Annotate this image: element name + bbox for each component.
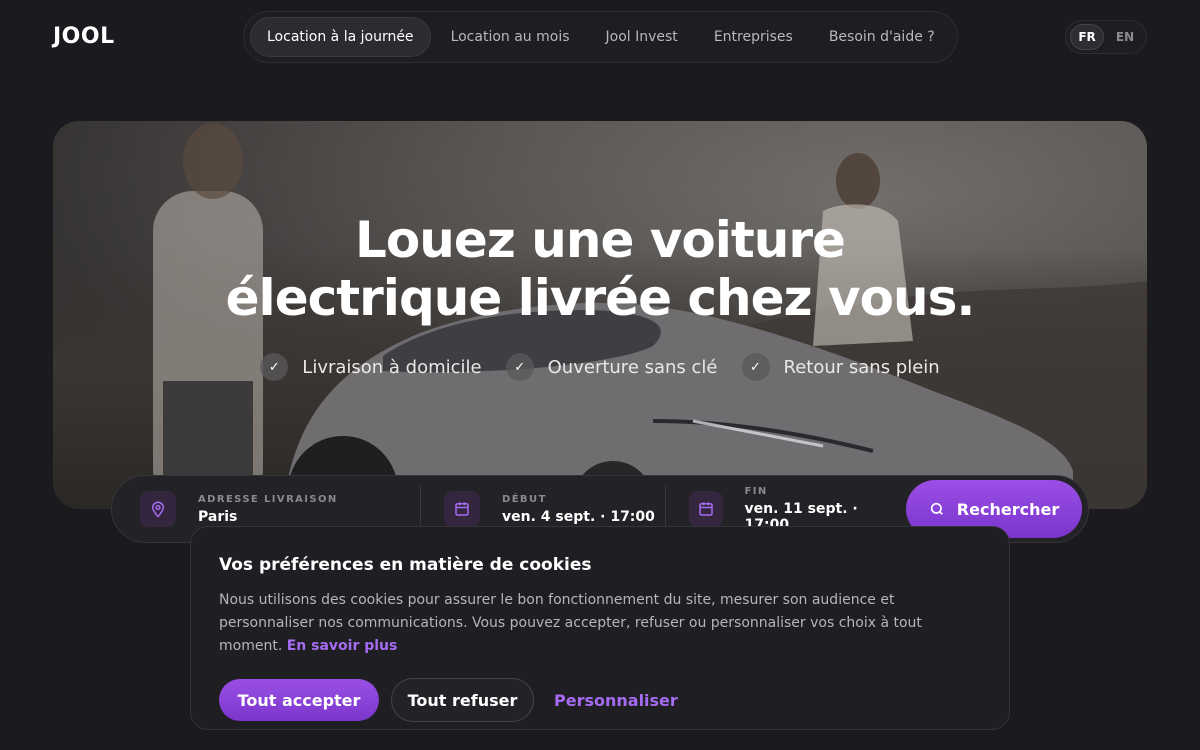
accept-all-button[interactable]: Tout accepter	[219, 679, 379, 721]
main-nav: Location à la journée Location au mois J…	[243, 11, 958, 63]
nav-item-entreprises[interactable]: Entreprises	[698, 17, 809, 57]
hero-title-line1: Louez une voiture	[355, 211, 846, 269]
search-icon	[930, 502, 943, 515]
end-label: FIN	[744, 485, 768, 497]
logo[interactable]: JOOL	[53, 24, 115, 49]
feature-label: Retour sans plein	[783, 356, 940, 378]
cookie-learn-more-link[interactable]: En savoir plus	[287, 638, 398, 654]
feature-item: ✓ Retour sans plein	[741, 353, 940, 381]
nav-item-location-journee[interactable]: Location à la journée	[250, 17, 431, 57]
nav-item-aide[interactable]: Besoin d'aide ?	[813, 17, 951, 57]
start-value: ven. 4 sept. · 17:00	[502, 508, 655, 525]
calendar-icon	[444, 491, 480, 527]
cookie-banner: Vos préférences en matière de cookies No…	[190, 526, 1010, 730]
check-icon: ✓	[505, 353, 534, 381]
hero-title: Louez une voiture électrique livrée chez…	[53, 211, 1147, 327]
feature-label: Ouverture sans clé	[547, 356, 718, 378]
cookie-actions: Tout accepter Tout refuser Personnaliser	[219, 678, 981, 722]
cookie-title: Vos préférences en matière de cookies	[219, 555, 592, 575]
language-switcher: FR EN	[1065, 20, 1147, 54]
feature-label: Livraison à domicile	[302, 356, 482, 378]
nav-item-jool-invest[interactable]: Jool Invest	[590, 17, 694, 57]
start-label: DÉBUT	[502, 493, 547, 505]
address-value: Paris	[198, 508, 238, 525]
hero-banner: Louez une voiture électrique livrée chez…	[53, 121, 1147, 509]
search-button-label: Rechercher	[956, 499, 1060, 519]
feature-list: ✓ Livraison à domicile ✓ Ouverture sans …	[53, 353, 1147, 381]
feature-item: ✓ Ouverture sans clé	[505, 353, 718, 381]
customize-button[interactable]: Personnaliser	[554, 691, 678, 710]
check-icon: ✓	[260, 353, 289, 381]
hero-title-line2: électrique livrée chez vous.	[225, 269, 976, 327]
lang-fr-button[interactable]: FR	[1070, 24, 1105, 50]
feature-item: ✓ Livraison à domicile	[260, 353, 482, 381]
check-icon: ✓	[741, 353, 770, 381]
refuse-all-button[interactable]: Tout refuser	[391, 678, 534, 722]
location-pin-icon	[140, 491, 176, 527]
address-label: ADRESSE LIVRAISON	[198, 493, 338, 505]
lang-en-button[interactable]: EN	[1108, 24, 1142, 50]
nav-item-location-mois[interactable]: Location au mois	[435, 17, 586, 57]
cookie-text: Nous utilisons des cookies pour assurer …	[219, 589, 979, 658]
calendar-icon	[689, 491, 723, 527]
